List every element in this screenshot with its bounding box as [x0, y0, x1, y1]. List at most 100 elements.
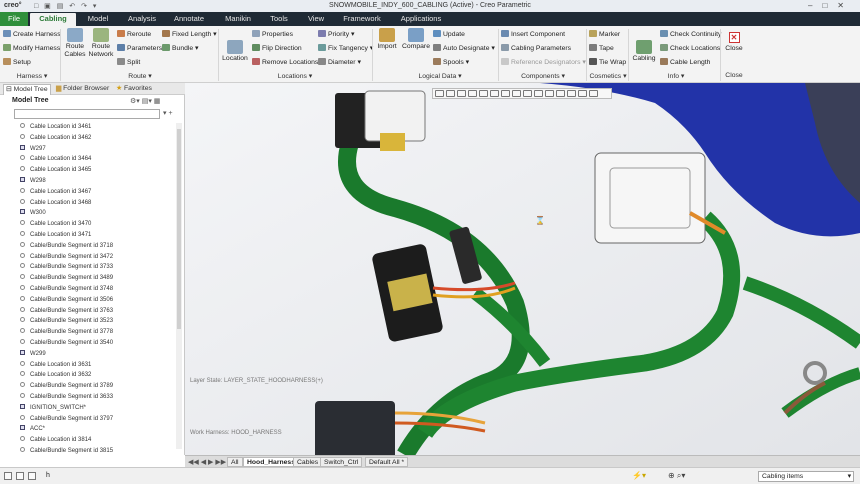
remove-locations-button[interactable]: Remove Locations	[252, 58, 318, 66]
tree-row[interactable]: W300	[20, 208, 180, 219]
tree-row[interactable]: Cable Location id 3631	[20, 360, 180, 371]
cosmetics-group-label[interactable]: Cosmetics ▾	[588, 72, 628, 80]
route-cables-button[interactable]: Route Cables	[63, 28, 87, 59]
tree-settings-icon[interactable]: ⚙▾ ▤▾ ▦	[130, 97, 160, 105]
tree-row[interactable]: Cable/Bundle Segment id 3748	[20, 284, 180, 295]
tree-row[interactable]: IGNITION_SWITCH*	[20, 403, 180, 414]
tree-row[interactable]: Cable/Bundle Segment id 3797	[20, 414, 180, 425]
check-continuity-button[interactable]: Check Continuity	[660, 30, 721, 38]
tree-row[interactable]: Cable/Bundle Segment id 3789	[20, 381, 180, 392]
insert-component-button[interactable]: Insert Component	[501, 30, 565, 38]
tree-row[interactable]: W297	[20, 144, 180, 155]
cable-length-button[interactable]: Cable Length	[660, 58, 710, 66]
route-network-button[interactable]: Route Network	[88, 28, 114, 59]
tab-tools[interactable]: Tools	[268, 13, 290, 26]
tree-row[interactable]: Cable Location id 3468	[20, 198, 180, 209]
tab-framework[interactable]: Framework	[342, 13, 382, 26]
selection-filter-select[interactable]: Cabling items ▾	[758, 471, 854, 482]
info-group-label[interactable]: Info ▾	[656, 72, 696, 80]
spools-button[interactable]: Spools ▾	[433, 58, 469, 66]
tab-model-tree[interactable]: ⊟ Model Tree	[3, 84, 51, 95]
view-tool-icon[interactable]	[589, 90, 598, 97]
tree-row[interactable]: Cable/Bundle Segment id 3489	[20, 273, 180, 284]
fullscreen-icon[interactable]	[28, 472, 36, 480]
selection-tool-icon[interactable]: ⊕ ⌕▾	[668, 471, 685, 481]
cabling-parameters-button[interactable]: Cabling Parameters	[501, 44, 571, 52]
view-tool-icon[interactable]	[578, 90, 587, 97]
tree-row[interactable]: Cable Location id 3465	[20, 165, 180, 176]
view-tool-icon[interactable]	[512, 90, 521, 97]
tree-row[interactable]: Cable Location id 3464	[20, 154, 180, 165]
regenerate-icon[interactable]: ⚡▾	[632, 471, 646, 480]
check-locations-button[interactable]: Check Locations	[660, 44, 720, 52]
tree-row[interactable]: Cable/Bundle Segment id 3540	[20, 338, 180, 349]
bundle-button[interactable]: Bundle ▾	[162, 44, 198, 52]
tree-row[interactable]: Cable Location id 3814	[20, 435, 180, 446]
create-harness-button[interactable]: Create Harness	[3, 30, 61, 38]
tree-row[interactable]: Cable/Bundle Segment id 3633	[20, 392, 180, 403]
scroll-thumb[interactable]	[177, 129, 181, 329]
tree-row[interactable]: Cable/Bundle Segment id 3472	[20, 252, 180, 263]
view-tool-icon[interactable]	[457, 90, 466, 97]
view-tool-icon[interactable]	[468, 90, 477, 97]
view-tool-icon[interactable]	[490, 90, 499, 97]
cabling-info-button[interactable]: Cabling	[631, 40, 657, 63]
tree-row[interactable]: Cable Location id 3470	[20, 219, 180, 230]
tree-row[interactable]: Cable/Bundle Segment id 3778	[20, 327, 180, 338]
view-tool-icon[interactable]	[567, 90, 576, 97]
update-button[interactable]: Update	[433, 30, 465, 38]
window-controls[interactable]: ‒□✕	[808, 1, 854, 10]
tie-wrap-button[interactable]: Tie Wrap	[589, 58, 626, 66]
tree-row[interactable]: Cable/Bundle Segment id 3506	[20, 295, 180, 306]
tree-row[interactable]: Cable/Bundle Segment id 3763	[20, 306, 180, 317]
fixed-length-button[interactable]: Fixed Length ▾	[162, 30, 217, 38]
tree-row[interactable]: Cable Location id 3471	[20, 230, 180, 241]
tab-manikin[interactable]: Manikin	[222, 13, 254, 26]
tree-row[interactable]: Cable/Bundle Segment id 3718	[20, 241, 180, 252]
tab-folder-browser[interactable]: ▆ Folder Browser	[56, 84, 112, 95]
tree-row[interactable]: Cable Location id 3461	[20, 122, 180, 133]
flip-direction-button[interactable]: Flip Direction	[252, 44, 302, 52]
tab-switch-ctrl[interactable]: Switch_Ctrl	[320, 457, 363, 467]
tree-search-input[interactable]	[14, 109, 160, 119]
tab-nav-arrows[interactable]: ◀◀ ◀ ▶ ▶▶	[188, 458, 226, 466]
tab-cables[interactable]: Cables	[293, 457, 323, 467]
view-tool-icon[interactable]	[479, 90, 488, 97]
modify-harness-button[interactable]: Modify Harness	[3, 44, 60, 52]
tree-row[interactable]: Cable/Bundle Segment id 3815	[20, 446, 180, 457]
browser-toggle-icon[interactable]	[16, 472, 24, 480]
reroute-button[interactable]: Reroute	[117, 30, 151, 38]
view-tool-icon[interactable]	[556, 90, 565, 97]
navigator-toggle-icon[interactable]	[4, 472, 12, 480]
tree-row[interactable]: Cable Location id 3467	[20, 187, 180, 198]
tab-cabling[interactable]: Cabling	[30, 13, 76, 26]
logical-data-group-label[interactable]: Logical Data ▾	[410, 72, 470, 80]
diameter-button[interactable]: Diameter ▾	[318, 58, 361, 66]
view-tool-icon[interactable]	[446, 90, 455, 97]
auto-designate-button[interactable]: Auto Designate ▾	[433, 44, 495, 52]
tree-row[interactable]: Cable Location id 3462	[20, 133, 180, 144]
view-tool-icon[interactable]	[545, 90, 554, 97]
close-button[interactable]: ✕ Close	[723, 32, 745, 53]
tree-row[interactable]: ACC*	[20, 424, 180, 435]
priority-button[interactable]: Priority ▾	[318, 30, 354, 38]
tab-favorites[interactable]: ★ Favorites	[116, 84, 164, 95]
tree-scrollbar[interactable]	[176, 123, 182, 449]
compare-button[interactable]: Compare	[401, 28, 431, 51]
view-tool-icon[interactable]	[501, 90, 510, 97]
locations-group-label[interactable]: Locations ▾	[270, 72, 320, 80]
tree-row[interactable]: Cable Location id 3632	[20, 370, 180, 381]
harness-group-label[interactable]: Harness ▾	[10, 72, 54, 80]
view-tool-icon[interactable]	[523, 90, 532, 97]
parameters-button[interactable]: Parameters	[117, 44, 162, 52]
tree-row[interactable]: Cable/Bundle Segment id 3733	[20, 262, 180, 273]
tree-row[interactable]: W298	[20, 176, 180, 187]
route-group-label[interactable]: Route ▾	[115, 72, 165, 80]
tab-annotate[interactable]: Annotate	[172, 13, 206, 26]
tab-model[interactable]: Model	[86, 13, 110, 26]
tab-hood-harness[interactable]: Hood_Harness	[243, 457, 299, 467]
tab-all[interactable]: All	[227, 457, 243, 467]
tab-file[interactable]: File	[0, 12, 28, 26]
tree-row[interactable]: Cable/Bundle Segment id 3523	[20, 316, 180, 327]
reference-designators-button[interactable]: Reference Designators ▾	[501, 58, 586, 66]
